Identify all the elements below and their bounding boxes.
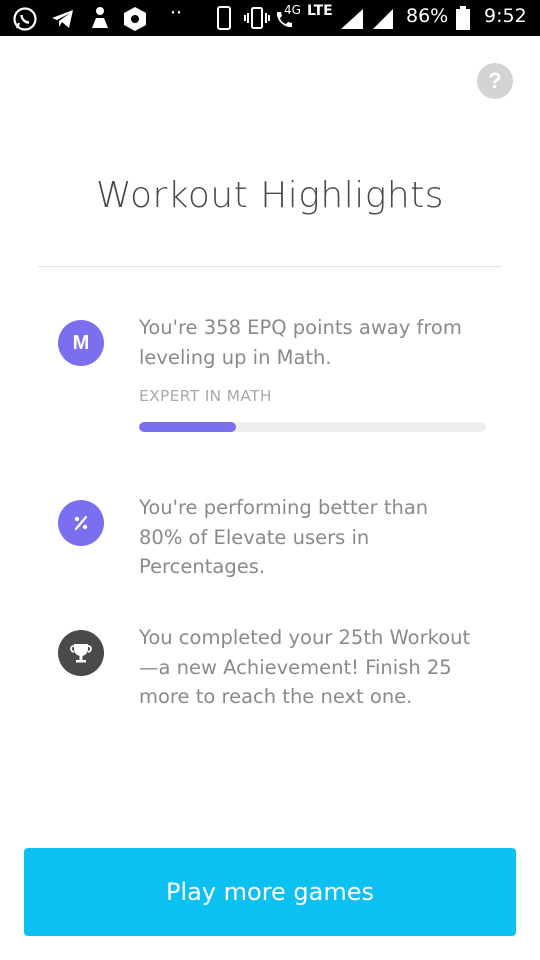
signal-icon <box>341 9 363 29</box>
progress-bar <box>139 422 486 432</box>
page-title: Workout Highlights <box>95 175 445 216</box>
telegram-icon <box>52 10 73 28</box>
progress-fill <box>139 422 237 432</box>
math-icon: M <box>58 320 104 366</box>
lte-label: LTE <box>307 3 333 19</box>
network-type: 4G <box>284 3 301 17</box>
play-more-games-button[interactable]: Play more games <box>24 848 516 936</box>
app-icon <box>92 7 108 28</box>
clock: 9:52 <box>484 5 527 27</box>
math-icon-letter: M <box>72 332 90 354</box>
divider <box>38 266 502 267</box>
progress-caption: EXPERT IN MATH <box>139 387 272 405</box>
help-button[interactable]: ? <box>477 63 513 99</box>
highlight-achievement-text: You completed your 25th Workout —a new A… <box>139 626 471 708</box>
battery-icon <box>456 6 470 30</box>
trophy-icon <box>58 630 104 676</box>
whatsapp-icon <box>13 7 37 31</box>
help-label: ? <box>488 68 502 93</box>
battery-percent: 86% <box>406 5 449 27</box>
signal-icon <box>373 9 393 29</box>
highlight-math-text: You're 358 EPQ points away from leveling… <box>139 316 462 369</box>
status-bar: ·· 4G LTE 86% 9:52 <box>0 0 540 36</box>
phone-icon <box>217 6 231 30</box>
highlight-percentages-text: You're performing better than 80% of Ele… <box>139 496 429 578</box>
percent-icon <box>58 500 104 546</box>
play-more-games-label: Play more games <box>165 878 375 906</box>
shield-icon <box>124 7 146 31</box>
more-icon: ·· <box>170 2 183 24</box>
vibrate-icon <box>244 7 270 29</box>
